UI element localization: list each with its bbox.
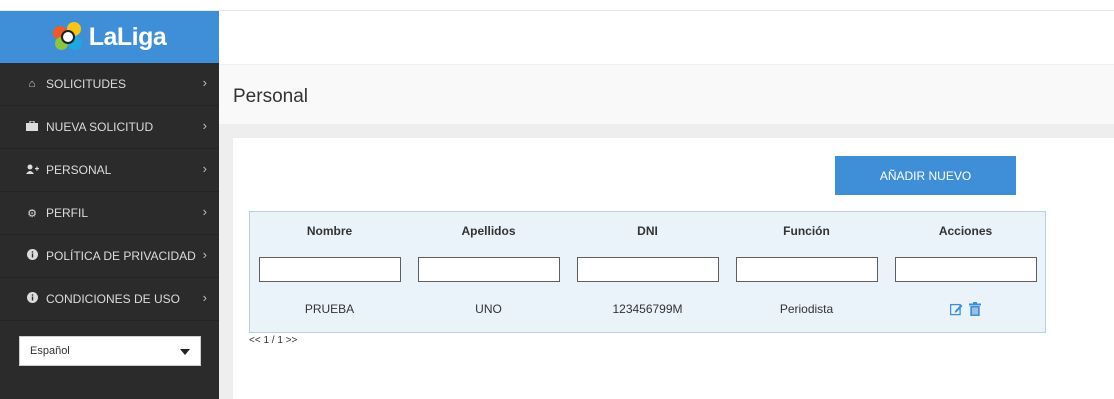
language-select[interactable]: Español (19, 336, 201, 366)
column-header-acciones: Acciones (938, 224, 993, 238)
sidebar-item-politica-privacidad[interactable]: POLÍTICA DE PRIVACIDAD › (0, 235, 219, 278)
cell-nombre: PRUEBA (304, 302, 355, 316)
brand-name: LaLiga (88, 22, 167, 51)
page-header: Personal (219, 64, 1114, 124)
main-content: Personal AÑADIR NUEVO Nombre Apellidos D… (219, 11, 1114, 399)
sidebar-item-label: POLÍTICA DE PRIVACIDAD (46, 249, 196, 263)
sidebar-item-personal[interactable]: PERSONAL › (0, 149, 219, 192)
sidebar-item-label: SOLICITUDES (46, 77, 127, 91)
page-title: Personal (233, 86, 308, 107)
language-selector-wrap: Español (0, 321, 219, 366)
cell-dni: 123456799M (612, 302, 683, 316)
language-selected-value: Español (30, 345, 70, 357)
top-bar (0, 0, 1114, 11)
table-row: PRUEBA UNO 123456799M Periodista (250, 288, 1045, 330)
sidebar-item-label: PERSONAL (46, 163, 112, 177)
cell-apellidos: UNO (475, 302, 502, 316)
chevron-right-icon: › (202, 290, 207, 305)
add-user-icon (26, 164, 39, 177)
app: LaLiga ⌂ SOLICITUDES › NUEVA SOLICITUD ›… (0, 0, 1114, 399)
cell-funcion: Periodista (779, 302, 834, 316)
info-icon (26, 292, 38, 306)
chevron-right-icon: › (202, 75, 207, 90)
filter-funcion-input[interactable] (736, 256, 878, 282)
sidebar-item-label: CONDICIONES DE USO (46, 292, 181, 306)
briefcase-icon (26, 119, 38, 134)
column-header-dni[interactable]: DNI (568, 224, 727, 238)
cell-acciones (886, 302, 1045, 316)
caret-down-icon (180, 349, 190, 355)
laliga-logo-icon (52, 22, 83, 52)
chevron-right-icon: › (202, 118, 207, 133)
filter-nombre-input[interactable] (259, 256, 401, 282)
chevron-right-icon: › (202, 204, 207, 219)
table-header: Nombre Apellidos DNI Función Acciones (250, 212, 1045, 250)
sidebar-item-label: NUEVA SOLICITUD (46, 120, 154, 134)
info-icon (26, 249, 38, 263)
personal-table: Nombre Apellidos DNI Función Acciones PR… (249, 211, 1046, 333)
content-area: AÑADIR NUEVO Nombre Apellidos DNI Funció… (219, 124, 1114, 399)
sidebar-item-nueva-solicitud[interactable]: NUEVA SOLICITUD › (0, 106, 219, 149)
column-header-nombre[interactable]: Nombre (250, 224, 409, 238)
filter-row (250, 250, 1045, 288)
chevron-right-icon: › (202, 161, 207, 176)
pagination[interactable]: << 1 / 1 >> (249, 335, 297, 346)
filter-acciones-input[interactable] (895, 256, 1037, 282)
chevron-right-icon: › (202, 247, 207, 262)
sidebar-item-perfil[interactable]: ⚙ PERFIL › (0, 192, 219, 235)
home-icon: ⌂ (28, 78, 36, 90)
brand-logo[interactable]: LaLiga (0, 11, 219, 63)
filter-apellidos-input[interactable] (418, 256, 560, 282)
gears-icon: ⚙ (27, 207, 37, 220)
add-new-button[interactable]: AÑADIR NUEVO (835, 156, 1016, 195)
sidebar-item-solicitudes[interactable]: ⌂ SOLICITUDES › (0, 63, 219, 106)
sidebar-item-label: PERFIL (46, 206, 89, 220)
column-header-apellidos[interactable]: Apellidos (409, 224, 568, 238)
column-header-funcion[interactable]: Función (727, 224, 886, 238)
sidebar-item-condiciones-uso[interactable]: CONDICIONES DE USO › (0, 278, 219, 321)
filter-dni-input[interactable] (577, 256, 719, 282)
content-panel: AÑADIR NUEVO Nombre Apellidos DNI Funció… (233, 138, 1114, 399)
edit-icon[interactable] (949, 302, 963, 316)
trash-icon[interactable] (968, 302, 981, 316)
sidebar: LaLiga ⌂ SOLICITUDES › NUEVA SOLICITUD ›… (0, 11, 219, 399)
